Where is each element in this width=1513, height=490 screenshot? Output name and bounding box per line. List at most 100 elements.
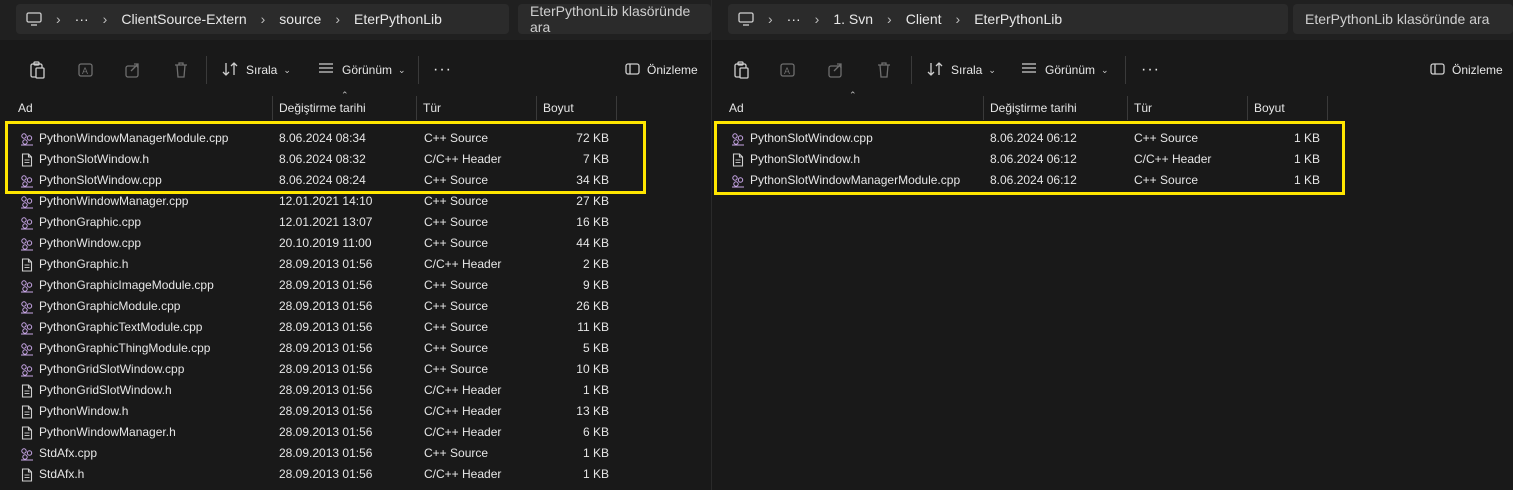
chevron-right-icon: › <box>887 11 892 27</box>
file-name: PythonSlotWindow.h <box>39 152 150 166</box>
file-row[interactable]: StdAfx.cpp 28.09.2013 01:56 C++ Source 1 KB <box>0 443 711 464</box>
file-row[interactable]: PythonSlotWindow.cpp 8.06.2024 06:12 C++ S… <box>712 128 1513 149</box>
breadcrumb-item[interactable]: source <box>279 11 321 27</box>
file-row[interactable]: PythonWindowManagerModule.cpp 8.06.2024 0… <box>0 128 711 149</box>
chevron-right-icon: › <box>814 11 820 27</box>
file-row[interactable]: PythonSlotWindowManagerModule.cpp 8.06.20… <box>712 170 1513 191</box>
address-bar[interactable]: › ··· › ClientSource-Extern › source › E… <box>16 4 509 34</box>
file-type: C++ Source <box>1134 173 1199 187</box>
header-file-icon <box>20 405 34 419</box>
column-name[interactable]: Ad <box>12 96 273 120</box>
file-size: 44 KB <box>576 236 609 250</box>
share-icon[interactable] <box>827 58 845 82</box>
file-row[interactable]: StdAfx.h 28.09.2013 01:56 C/C++ Header 1 KB <box>0 464 711 485</box>
sort-button[interactable]: Sırala ⌄ <box>222 58 291 82</box>
file-row[interactable]: PythonGraphicTextModule.cpp 28.09.2013 01… <box>0 317 711 338</box>
file-row[interactable]: PythonWindow.h 28.09.2013 01:56 C/C++ Head… <box>0 401 711 422</box>
column-date[interactable]: Değiştirme tarihi <box>273 96 417 120</box>
monitor-icon[interactable] <box>16 12 42 26</box>
file-size: 7 KB <box>582 152 609 166</box>
cpp-file-icon <box>20 216 34 230</box>
file-row[interactable]: PythonSlotWindow.h 8.06.2024 08:32 C/C++ H… <box>0 149 711 170</box>
file-row[interactable]: PythonGraphicThingModule.cpp 28.09.2013 0… <box>0 338 711 359</box>
file-date: 8.06.2024 08:24 <box>279 173 366 187</box>
file-row[interactable]: PythonWindow.cpp 20.10.2019 11:00 C++ Sour… <box>0 233 711 254</box>
chevron-down-icon: ⌄ <box>398 64 406 75</box>
file-name: PythonSlotWindow.h <box>750 152 861 166</box>
toolbar-separator <box>911 56 912 84</box>
share-icon[interactable] <box>124 58 142 82</box>
file-row[interactable]: PythonGraphic.cpp 12.01.2021 13:07 C++ Sou… <box>0 212 711 233</box>
file-date: 8.06.2024 06:12 <box>990 131 1077 145</box>
file-row[interactable]: PythonSlotWindow.cpp 8.06.2024 08:24 C++ S… <box>0 170 711 191</box>
command-bar: A Sırala ⌄ Görünüm ⌄ ··· Önizleme <box>712 48 1513 92</box>
cpp-file-icon <box>20 279 34 293</box>
cpp-file-icon <box>20 132 34 146</box>
file-row[interactable]: PythonGraphicModule.cpp 28.09.2013 01:56 C… <box>0 296 711 317</box>
file-type: C++ Source <box>1134 131 1199 145</box>
file-date: 8.06.2024 06:12 <box>990 152 1077 166</box>
breadcrumb-more[interactable]: ··· <box>75 11 89 27</box>
column-type[interactable]: Tür <box>1128 96 1248 120</box>
file-row[interactable]: PythonGraphic.h 28.09.2013 01:56 C/C++ Hea… <box>0 254 711 275</box>
sort-label: Sırala <box>246 63 278 77</box>
file-row[interactable]: PythonGridSlotWindow.cpp 28.09.2013 01:56… <box>0 359 711 380</box>
preview-pane-icon <box>1430 62 1446 79</box>
view-label: Görünüm <box>342 63 393 77</box>
file-row[interactable]: PythonWindowManager.cpp 12.01.2021 14:10 C… <box>0 191 711 212</box>
breadcrumb-item[interactable]: EterPythonLib <box>974 11 1062 27</box>
file-name: StdAfx.h <box>39 467 85 481</box>
chevron-right-icon: › <box>102 11 108 27</box>
file-type: C++ Source <box>424 173 489 187</box>
file-date: 28.09.2013 01:56 <box>279 278 373 292</box>
column-type[interactable]: Tür <box>417 96 537 120</box>
file-row[interactable]: PythonWindowManager.h 28.09.2013 01:56 C/C… <box>0 422 711 443</box>
file-name: PythonGridSlotWindow.h <box>39 383 172 397</box>
file-name: PythonWindowManagerModule.cpp <box>39 131 229 145</box>
file-name: PythonSlotWindow.cpp <box>750 131 873 145</box>
paste-icon[interactable] <box>732 58 750 82</box>
toolbar-separator <box>418 56 419 84</box>
file-size: 16 KB <box>576 215 609 229</box>
column-size[interactable]: Boyut <box>537 96 617 120</box>
chevron-right-icon: › <box>335 11 340 27</box>
rename-icon[interactable]: A <box>77 58 95 82</box>
breadcrumb-item[interactable]: EterPythonLib <box>354 11 442 27</box>
breadcrumb-item[interactable]: Client <box>906 11 942 27</box>
delete-icon[interactable] <box>172 58 190 82</box>
column-date[interactable]: Değiştirme tarihi <box>984 96 1128 120</box>
file-date: 28.09.2013 01:56 <box>279 404 373 418</box>
delete-icon[interactable] <box>875 58 893 82</box>
breadcrumb-item[interactable]: ClientSource-Extern <box>121 11 246 27</box>
file-row[interactable]: PythonSlotWindow.h 8.06.2024 06:12 C/C++ H… <box>712 149 1513 170</box>
column-name[interactable]: Ad <box>723 96 984 120</box>
file-size: 1 KB <box>1293 131 1320 145</box>
search-input[interactable]: EterPythonLib klasöründe ara <box>518 3 711 35</box>
breadcrumb-more[interactable]: ··· <box>787 11 801 27</box>
breadcrumb-item[interactable]: 1. Svn <box>833 11 873 27</box>
column-size[interactable]: Boyut <box>1248 96 1328 120</box>
preview-button[interactable]: Önizleme <box>1430 58 1503 82</box>
file-size: 5 KB <box>582 341 609 355</box>
view-button[interactable]: Görünüm ⌄ <box>1020 58 1109 82</box>
address-bar[interactable]: › ··· › 1. Svn › Client › EterPythonLib <box>728 4 1288 34</box>
paste-icon[interactable] <box>28 58 46 82</box>
sort-button[interactable]: Sırala ⌄ <box>927 58 996 82</box>
monitor-icon[interactable] <box>728 12 754 26</box>
file-size: 13 KB <box>576 404 609 418</box>
view-button[interactable]: Görünüm ⌄ <box>317 58 406 82</box>
left-explorer-window: › ··· › ClientSource-Extern › source › E… <box>0 0 711 490</box>
more-options-button[interactable]: ··· <box>433 58 452 82</box>
preview-button[interactable]: Önizleme <box>625 58 698 82</box>
file-row[interactable]: PythonGridSlotWindow.h 28.09.2013 01:56 C/… <box>0 380 711 401</box>
file-size: 11 KB <box>577 320 609 334</box>
cpp-file-icon <box>20 300 34 314</box>
address-row: › ··· › ClientSource-Extern › source › E… <box>0 0 711 40</box>
more-options-button[interactable]: ··· <box>1141 58 1160 82</box>
command-bar: A Sırala ⌄ Görünüm ⌄ ··· Önizleme <box>0 48 711 92</box>
file-date: 20.10.2019 11:00 <box>279 236 372 250</box>
file-size: 72 KB <box>576 131 609 145</box>
rename-icon[interactable]: A <box>779 58 797 82</box>
file-row[interactable]: PythonGraphicImageModule.cpp 28.09.2013 0… <box>0 275 711 296</box>
search-input[interactable]: EterPythonLib klasöründe ara <box>1293 4 1513 34</box>
